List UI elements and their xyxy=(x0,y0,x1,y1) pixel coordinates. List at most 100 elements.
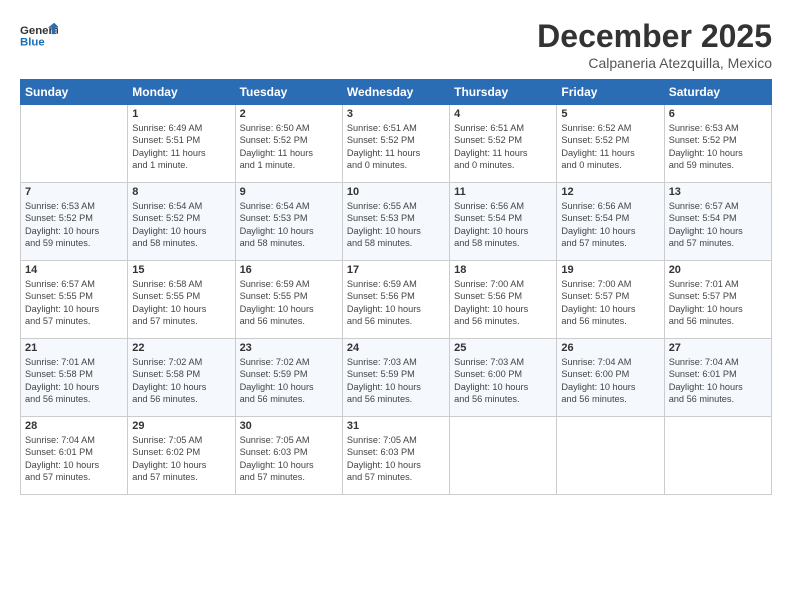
calendar-cell: 7 Sunrise: 6:53 AM Sunset: 5:52 PM Daylig… xyxy=(21,183,128,261)
calendar-cell: 30 Sunrise: 7:05 AM Sunset: 6:03 PM Dayli… xyxy=(235,417,342,495)
week-row-2: 7 Sunrise: 6:53 AM Sunset: 5:52 PM Daylig… xyxy=(21,183,772,261)
calendar-cell: 10Sunrise: 6:55 AM Sunset: 5:53 PM Dayli… xyxy=(342,183,449,261)
weekday-monday: Monday xyxy=(128,80,235,105)
cell-text: Sunrise: 7:05 AM Sunset: 6:03 PM Dayligh… xyxy=(240,434,338,484)
cell-text: Sunrise: 7:01 AM Sunset: 5:57 PM Dayligh… xyxy=(669,278,767,328)
day-number: 12 xyxy=(561,186,659,198)
cell-text: Sunrise: 7:02 AM Sunset: 5:59 PM Dayligh… xyxy=(240,356,338,406)
day-number: 13 xyxy=(669,186,767,198)
calendar-cell: 6Sunrise: 6:53 AM Sunset: 5:52 PM Daylig… xyxy=(664,105,771,183)
day-number: 20 xyxy=(669,264,767,276)
calendar-cell: 27 Sunrise: 7:04 AM Sunset: 6:01 PM Dayli… xyxy=(664,339,771,417)
calendar-cell: 25 Sunrise: 7:03 AM Sunset: 6:00 PM Dayli… xyxy=(450,339,557,417)
cell-text: Sunrise: 7:04 AM Sunset: 6:01 PM Dayligh… xyxy=(25,434,123,484)
calendar-cell: 19 Sunrise: 7:00 AM Sunset: 5:57 PM Dayli… xyxy=(557,261,664,339)
day-number: 1 xyxy=(132,108,230,120)
header: General Blue December 2025 Calpaneria At… xyxy=(20,18,772,71)
calendar-table: SundayMondayTuesdayWednesdayThursdayFrid… xyxy=(20,79,772,495)
calendar-body: 1 Sunrise: 6:49 AM Sunset: 5:51 PM Daylig… xyxy=(21,105,772,495)
cell-text: Sunrise: 7:03 AM Sunset: 5:59 PM Dayligh… xyxy=(347,356,445,406)
logo: General Blue xyxy=(20,18,58,54)
weekday-thursday: Thursday xyxy=(450,80,557,105)
calendar-cell xyxy=(664,417,771,495)
cell-text: Sunrise: 7:00 AM Sunset: 5:56 PM Dayligh… xyxy=(454,278,552,328)
calendar-cell: 24 Sunrise: 7:03 AM Sunset: 5:59 PM Dayli… xyxy=(342,339,449,417)
day-number: 7 xyxy=(25,186,123,198)
day-number: 4 xyxy=(454,108,552,120)
day-number: 31 xyxy=(347,420,445,432)
weekday-tuesday: Tuesday xyxy=(235,80,342,105)
weekday-saturday: Saturday xyxy=(664,80,771,105)
week-row-4: 21Sunrise: 7:01 AM Sunset: 5:58 PM Dayli… xyxy=(21,339,772,417)
calendar-cell: 8 Sunrise: 6:54 AM Sunset: 5:52 PM Daylig… xyxy=(128,183,235,261)
calendar-cell: 2 Sunrise: 6:50 AM Sunset: 5:52 PM Daylig… xyxy=(235,105,342,183)
calendar-cell: 3 Sunrise: 6:51 AM Sunset: 5:52 PM Daylig… xyxy=(342,105,449,183)
cell-text: Sunrise: 6:52 AM Sunset: 5:52 PM Dayligh… xyxy=(561,122,659,172)
cell-text: Sunrise: 6:59 AM Sunset: 5:55 PM Dayligh… xyxy=(240,278,338,328)
cell-text: Sunrise: 6:49 AM Sunset: 5:51 PM Dayligh… xyxy=(132,122,230,172)
calendar-cell: 4 Sunrise: 6:51 AM Sunset: 5:52 PM Daylig… xyxy=(450,105,557,183)
calendar-cell: 14Sunrise: 6:57 AM Sunset: 5:55 PM Dayli… xyxy=(21,261,128,339)
cell-text: Sunrise: 6:53 AM Sunset: 5:52 PM Dayligh… xyxy=(25,200,123,250)
calendar-cell: 15 Sunrise: 6:58 AM Sunset: 5:55 PM Dayli… xyxy=(128,261,235,339)
day-number: 15 xyxy=(132,264,230,276)
svg-text:Blue: Blue xyxy=(20,37,45,49)
day-number: 30 xyxy=(240,420,338,432)
location: Calpaneria Atezquilla, Mexico xyxy=(537,55,772,71)
calendar-cell: 20 Sunrise: 7:01 AM Sunset: 5:57 PM Dayli… xyxy=(664,261,771,339)
calendar-cell: 16 Sunrise: 6:59 AM Sunset: 5:55 PM Dayli… xyxy=(235,261,342,339)
calendar-cell: 12 Sunrise: 6:56 AM Sunset: 5:54 PM Dayli… xyxy=(557,183,664,261)
day-number: 5 xyxy=(561,108,659,120)
calendar-page: General Blue December 2025 Calpaneria At… xyxy=(0,0,792,612)
day-number: 16 xyxy=(240,264,338,276)
calendar-cell: 21Sunrise: 7:01 AM Sunset: 5:58 PM Dayli… xyxy=(21,339,128,417)
cell-text: Sunrise: 7:05 AM Sunset: 6:03 PM Dayligh… xyxy=(347,434,445,484)
cell-text: Sunrise: 6:53 AM Sunset: 5:52 PM Dayligh… xyxy=(669,122,767,172)
weekday-sunday: Sunday xyxy=(21,80,128,105)
cell-text: Sunrise: 6:58 AM Sunset: 5:55 PM Dayligh… xyxy=(132,278,230,328)
day-number: 17 xyxy=(347,264,445,276)
month-title: December 2025 xyxy=(537,18,772,55)
day-number: 29 xyxy=(132,420,230,432)
calendar-cell xyxy=(21,105,128,183)
cell-text: Sunrise: 6:51 AM Sunset: 5:52 PM Dayligh… xyxy=(347,122,445,172)
cell-text: Sunrise: 7:02 AM Sunset: 5:58 PM Dayligh… xyxy=(132,356,230,406)
week-row-1: 1 Sunrise: 6:49 AM Sunset: 5:51 PM Daylig… xyxy=(21,105,772,183)
cell-text: Sunrise: 7:03 AM Sunset: 6:00 PM Dayligh… xyxy=(454,356,552,406)
day-number: 8 xyxy=(132,186,230,198)
day-number: 9 xyxy=(240,186,338,198)
day-number: 11 xyxy=(454,186,552,198)
cell-text: Sunrise: 6:55 AM Sunset: 5:53 PM Dayligh… xyxy=(347,200,445,250)
cell-text: Sunrise: 7:04 AM Sunset: 6:00 PM Dayligh… xyxy=(561,356,659,406)
calendar-cell: 18 Sunrise: 7:00 AM Sunset: 5:56 PM Dayli… xyxy=(450,261,557,339)
calendar-cell: 1 Sunrise: 6:49 AM Sunset: 5:51 PM Daylig… xyxy=(128,105,235,183)
calendar-cell: 23 Sunrise: 7:02 AM Sunset: 5:59 PM Dayli… xyxy=(235,339,342,417)
cell-text: Sunrise: 7:01 AM Sunset: 5:58 PM Dayligh… xyxy=(25,356,123,406)
day-number: 27 xyxy=(669,342,767,354)
calendar-cell: 13 Sunrise: 6:57 AM Sunset: 5:54 PM Dayli… xyxy=(664,183,771,261)
day-number: 3 xyxy=(347,108,445,120)
cell-text: Sunrise: 6:57 AM Sunset: 5:55 PM Dayligh… xyxy=(25,278,123,328)
calendar-cell: 29 Sunrise: 7:05 AM Sunset: 6:02 PM Dayli… xyxy=(128,417,235,495)
day-number: 2 xyxy=(240,108,338,120)
cell-text: Sunrise: 6:50 AM Sunset: 5:52 PM Dayligh… xyxy=(240,122,338,172)
day-number: 24 xyxy=(347,342,445,354)
cell-text: Sunrise: 6:56 AM Sunset: 5:54 PM Dayligh… xyxy=(454,200,552,250)
day-number: 23 xyxy=(240,342,338,354)
logo-icon: General Blue xyxy=(20,18,58,54)
day-number: 25 xyxy=(454,342,552,354)
day-number: 28 xyxy=(25,420,123,432)
cell-text: Sunrise: 7:04 AM Sunset: 6:01 PM Dayligh… xyxy=(669,356,767,406)
cell-text: Sunrise: 6:56 AM Sunset: 5:54 PM Dayligh… xyxy=(561,200,659,250)
cell-text: Sunrise: 6:54 AM Sunset: 5:52 PM Dayligh… xyxy=(132,200,230,250)
calendar-cell: 26Sunrise: 7:04 AM Sunset: 6:00 PM Dayli… xyxy=(557,339,664,417)
cell-text: Sunrise: 6:57 AM Sunset: 5:54 PM Dayligh… xyxy=(669,200,767,250)
cell-text: Sunrise: 7:05 AM Sunset: 6:02 PM Dayligh… xyxy=(132,434,230,484)
cell-text: Sunrise: 6:51 AM Sunset: 5:52 PM Dayligh… xyxy=(454,122,552,172)
day-number: 18 xyxy=(454,264,552,276)
calendar-cell: 17Sunrise: 6:59 AM Sunset: 5:56 PM Dayli… xyxy=(342,261,449,339)
calendar-cell: 9Sunrise: 6:54 AM Sunset: 5:53 PM Daylig… xyxy=(235,183,342,261)
day-number: 19 xyxy=(561,264,659,276)
cell-text: Sunrise: 7:00 AM Sunset: 5:57 PM Dayligh… xyxy=(561,278,659,328)
calendar-cell: 22Sunrise: 7:02 AM Sunset: 5:58 PM Dayli… xyxy=(128,339,235,417)
